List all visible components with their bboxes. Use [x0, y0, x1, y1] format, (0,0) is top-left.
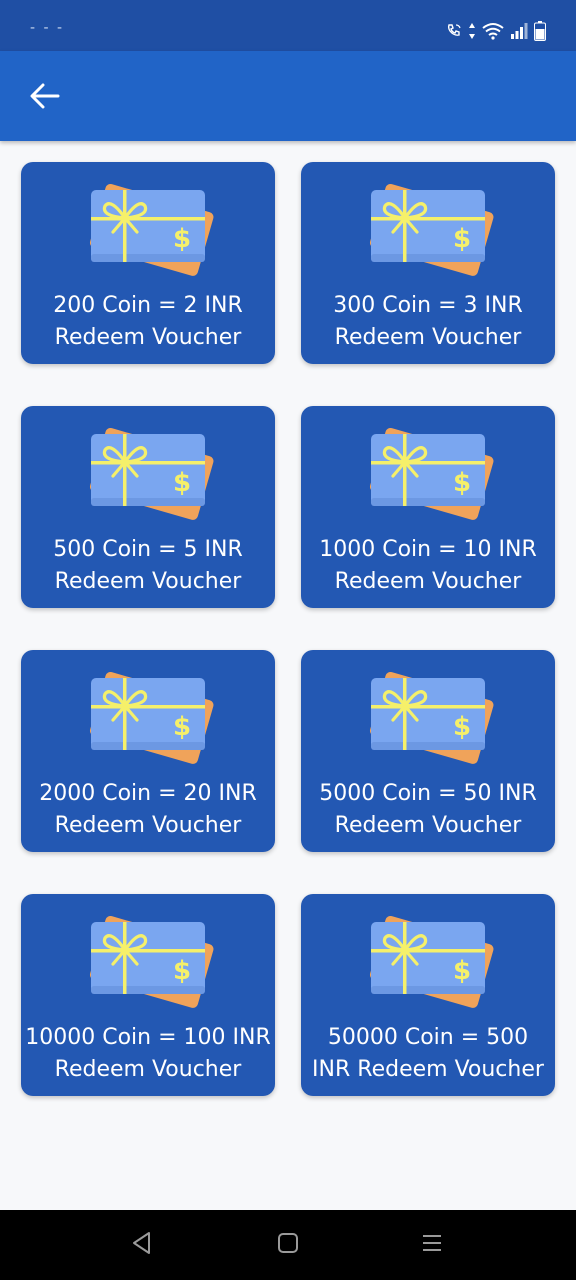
gift-card-icon [361, 658, 497, 770]
gift-card-icon [81, 902, 217, 1014]
voucher-action: Redeem Voucher [54, 325, 242, 350]
nav-recents-button[interactable] [416, 1230, 448, 1260]
gift-card-icon [361, 170, 497, 282]
recents-menu-icon [421, 1232, 443, 1259]
home-square-icon [277, 1232, 299, 1259]
voucher-label: 1000 Coin = 10 INR Redeem Voucher [305, 534, 551, 598]
voucher-label: 500 Coin = 5 INR Redeem Voucher [25, 534, 271, 598]
gift-card-icon [81, 170, 217, 282]
app-bar [0, 51, 576, 141]
voucher-action: Redeem Voucher [334, 813, 522, 838]
voucher-card-10000[interactable]: 10000 Coin = 100 INR Redeem Voucher [21, 894, 275, 1096]
system-nav-bar [0, 1210, 576, 1280]
arrow-left-icon [30, 82, 60, 115]
status-left-text: - - - [30, 20, 65, 36]
voucher-label: 5000 Coin = 50 INR Redeem Voucher [305, 778, 551, 842]
call-wifi-icon [446, 23, 462, 39]
nav-home-button[interactable] [272, 1230, 304, 1260]
voucher-rate: 2000 Coin = 20 INR [39, 781, 257, 806]
voucher-rate: 300 Coin = 3 INR [333, 293, 523, 318]
voucher-label: 10000 Coin = 100 INR Redeem Voucher [25, 1022, 271, 1086]
gift-card-icon [81, 658, 217, 770]
voucher-card-500[interactable]: 500 Coin = 5 INR Redeem Voucher [21, 406, 275, 608]
back-button[interactable] [24, 79, 66, 117]
status-bar: - - - [0, 0, 576, 51]
voucher-label: 200 Coin = 2 INR Redeem Voucher [25, 290, 271, 354]
voucher-action: INR Redeem Voucher [312, 1057, 544, 1082]
voucher-rate: 10000 Coin = 100 INR [25, 1025, 271, 1050]
voucher-rate: 50000 Coin = 500 [327, 1025, 529, 1050]
voucher-card-300[interactable]: 300 Coin = 3 INR Redeem Voucher [301, 162, 555, 364]
voucher-action: Redeem Voucher [54, 569, 242, 594]
voucher-card-1000[interactable]: 1000 Coin = 10 INR Redeem Voucher [301, 406, 555, 608]
gift-card-icon [361, 902, 497, 1014]
voucher-card-2000[interactable]: 2000 Coin = 20 INR Redeem Voucher [21, 650, 275, 852]
voucher-label: 50000 Coin = 500 INR Redeem Voucher [305, 1022, 551, 1086]
gift-card-icon [361, 414, 497, 526]
voucher-rate: 5000 Coin = 50 INR [319, 781, 537, 806]
voucher-card-5000[interactable]: 5000 Coin = 50 INR Redeem Voucher [301, 650, 555, 852]
signal-icon [510, 23, 528, 39]
wifi-icon [482, 22, 504, 40]
voucher-rate: 1000 Coin = 10 INR [319, 537, 537, 562]
voucher-card-200[interactable]: 200 Coin = 2 INR Redeem Voucher [21, 162, 275, 364]
voucher-action: Redeem Voucher [334, 325, 522, 350]
status-icons [446, 20, 546, 42]
voucher-label: 2000 Coin = 20 INR Redeem Voucher [25, 778, 271, 842]
nav-back-button[interactable] [126, 1230, 158, 1260]
gift-card-icon [81, 414, 217, 526]
battery-icon [534, 21, 546, 41]
data-arrows-icon [468, 22, 476, 40]
voucher-action: Redeem Voucher [54, 1057, 242, 1082]
voucher-rate: 500 Coin = 5 INR [53, 537, 243, 562]
voucher-action: Redeem Voucher [334, 569, 522, 594]
voucher-label: 300 Coin = 3 INR Redeem Voucher [305, 290, 551, 354]
voucher-rate: 200 Coin = 2 INR [53, 293, 243, 318]
back-triangle-icon [131, 1231, 153, 1260]
voucher-action: Redeem Voucher [54, 813, 242, 838]
voucher-card-50000[interactable]: 50000 Coin = 500 INR Redeem Voucher [301, 894, 555, 1096]
